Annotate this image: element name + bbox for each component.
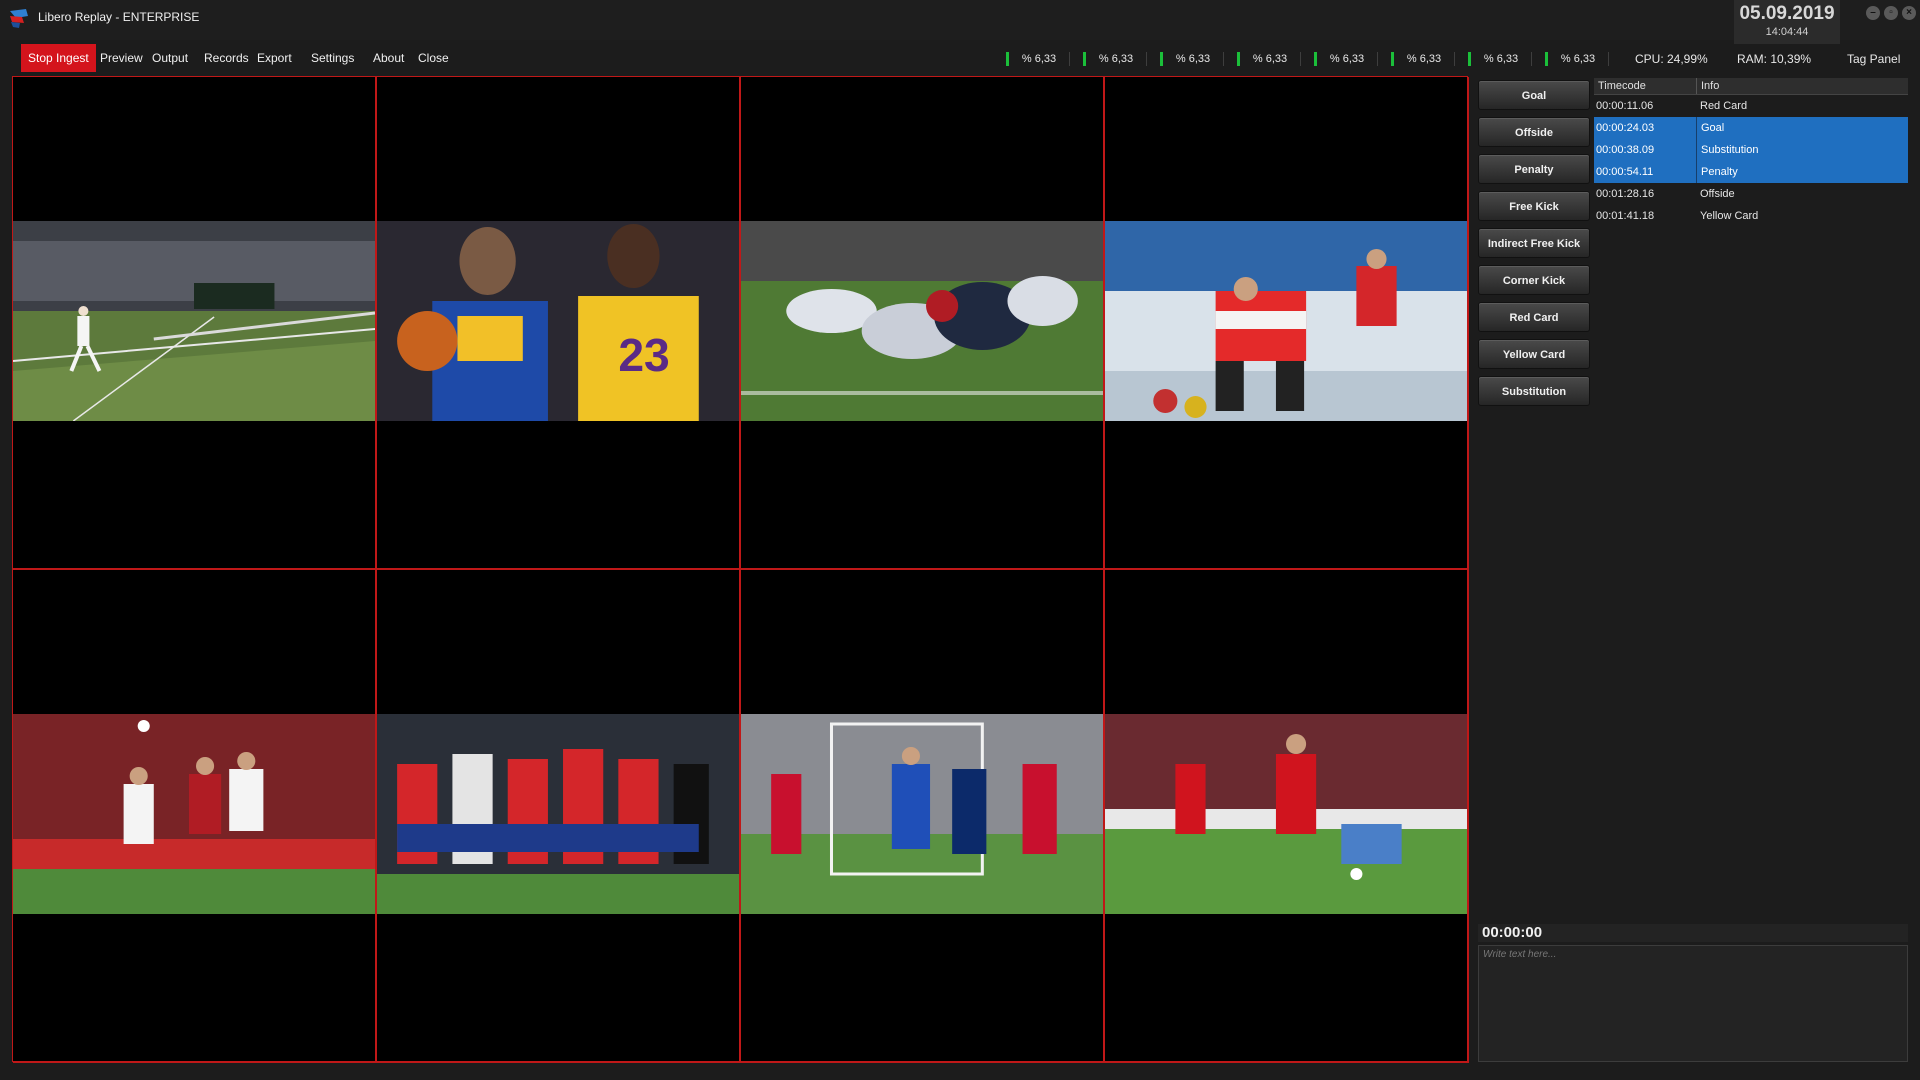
- tag-info: Substitution: [1696, 139, 1758, 161]
- tag-yellow-card-button[interactable]: Yellow Card: [1478, 339, 1590, 369]
- current-date: 05.09.2019: [1739, 3, 1835, 24]
- channel-7-viewer[interactable]: [741, 570, 1105, 1063]
- tag-info: Goal: [1696, 117, 1724, 139]
- menu-about[interactable]: About: [373, 44, 404, 72]
- tag-list-row[interactable]: 00:00:38.09 Substitution: [1594, 139, 1908, 161]
- channel-6-level-meter: % 6,33: [1391, 52, 1455, 66]
- window-title: Libero Replay - ENTERPRISE: [38, 10, 200, 24]
- tag-info: Offside: [1700, 188, 1735, 200]
- tag-timecode: 00:00:38.09: [1596, 144, 1655, 156]
- video-wall: 23: [12, 76, 1469, 1063]
- tag-timecode: 00:00:24.03: [1596, 122, 1655, 134]
- libero-logo-icon: [10, 9, 28, 28]
- maximize-icon[interactable]: ▫: [1884, 6, 1898, 20]
- channel-8-viewer[interactable]: [1105, 570, 1469, 1063]
- note-timecode: 00:00:00: [1478, 924, 1908, 942]
- tag-offside-button[interactable]: Offside: [1478, 117, 1590, 147]
- tag-list-row[interactable]: 00:00:54.11 Penalty: [1594, 161, 1908, 183]
- menu-close[interactable]: Close: [418, 44, 449, 72]
- tag-timecode: 00:00:11.06: [1596, 100, 1654, 112]
- channel-5-viewer[interactable]: [13, 570, 377, 1063]
- tag-list-row[interactable]: 00:00:11.06 Red Card: [1594, 95, 1908, 117]
- tag-list-row[interactable]: 00:01:41.18 Yellow Card: [1594, 205, 1908, 227]
- tag-free-kick-button[interactable]: Free Kick: [1478, 191, 1590, 221]
- american-football-feed-thumbnail: [741, 221, 1103, 421]
- tag-penalty-button[interactable]: Penalty: [1478, 154, 1590, 184]
- channel-1-viewer[interactable]: [13, 77, 377, 570]
- menu-bar: Stop Ingest Preview Output Records Expor…: [0, 42, 1920, 74]
- tag-timecode: 00:01:28.16: [1596, 188, 1655, 200]
- channel-4-level-meter: % 6,33: [1237, 52, 1301, 66]
- tag-red-card-button[interactable]: Red Card: [1478, 302, 1590, 332]
- soccer-feed-thumbnail: [1105, 714, 1467, 914]
- tag-info: Yellow Card: [1700, 210, 1759, 222]
- tag-goal-button[interactable]: Goal: [1478, 80, 1590, 110]
- channel-4-viewer[interactable]: [1105, 77, 1469, 570]
- tag-panel-toggle[interactable]: Tag Panel: [1847, 52, 1900, 66]
- timecode-column-header[interactable]: Timecode: [1598, 78, 1646, 94]
- tag-indirect-free-kick-button[interactable]: Indirect Free Kick: [1478, 228, 1590, 258]
- tag-timecode: 00:01:41.18: [1596, 210, 1655, 222]
- tag-list-table: Timecode Info 00:00:11.06 Red Card 00:00…: [1594, 78, 1908, 227]
- channel-5-level-meter: % 6,33: [1314, 52, 1378, 66]
- channel-3-level-meter: % 6,33: [1160, 52, 1224, 66]
- soccer-feed-thumbnail: [13, 714, 375, 914]
- menu-stop-ingest[interactable]: Stop Ingest: [21, 44, 96, 72]
- tag-list-header: Timecode Info: [1594, 78, 1908, 95]
- tag-list-row[interactable]: 00:01:28.16 Offside: [1594, 183, 1908, 205]
- menu-preview[interactable]: Preview: [100, 44, 143, 72]
- soccer-feed-thumbnail: [741, 714, 1103, 914]
- channel-6-viewer[interactable]: [377, 570, 741, 1063]
- channel-8-level-meter: % 6,33: [1545, 52, 1609, 66]
- menu-export[interactable]: Export: [257, 44, 292, 72]
- title-bar: Libero Replay - ENTERPRISE 05.09.2019 14…: [0, 0, 1920, 44]
- channel-3-viewer[interactable]: [741, 77, 1105, 570]
- tag-timecode: 00:00:54.11: [1596, 166, 1654, 178]
- tag-substitution-button[interactable]: Substitution: [1478, 376, 1590, 406]
- tag-info: Penalty: [1696, 161, 1738, 183]
- menu-output[interactable]: Output: [152, 44, 188, 72]
- clock-panel: 05.09.2019 14:04:44: [1734, 0, 1840, 44]
- minimize-icon[interactable]: –: [1866, 6, 1880, 20]
- menu-settings[interactable]: Settings: [311, 44, 354, 72]
- tag-list-row[interactable]: 00:00:24.03 Goal: [1594, 117, 1908, 139]
- channel-2-viewer[interactable]: 23: [377, 77, 741, 570]
- ram-usage: RAM: 10,39%: [1737, 52, 1812, 66]
- tennis-feed-thumbnail: [13, 221, 375, 421]
- soccer-feed-thumbnail: [377, 714, 739, 914]
- menu-records[interactable]: Records: [204, 44, 249, 72]
- channel-2-level-meter: % 6,33: [1083, 52, 1147, 66]
- close-window-icon[interactable]: ×: [1902, 6, 1916, 20]
- info-column-header[interactable]: Info: [1696, 78, 1719, 94]
- channel-1-level-meter: % 6,33: [1006, 52, 1070, 66]
- basketball-feed-thumbnail: 23: [377, 221, 739, 421]
- note-text-input[interactable]: [1478, 945, 1908, 1062]
- tag-corner-kick-button[interactable]: Corner Kick: [1478, 265, 1590, 295]
- curling-feed-thumbnail: [1105, 221, 1467, 421]
- cpu-usage: CPU: 24,99%: [1635, 52, 1708, 66]
- current-time: 14:04:44: [1765, 26, 1809, 38]
- svg-text:23: 23: [618, 329, 669, 381]
- tag-info: Red Card: [1700, 100, 1748, 112]
- channel-7-level-meter: % 6,33: [1468, 52, 1532, 66]
